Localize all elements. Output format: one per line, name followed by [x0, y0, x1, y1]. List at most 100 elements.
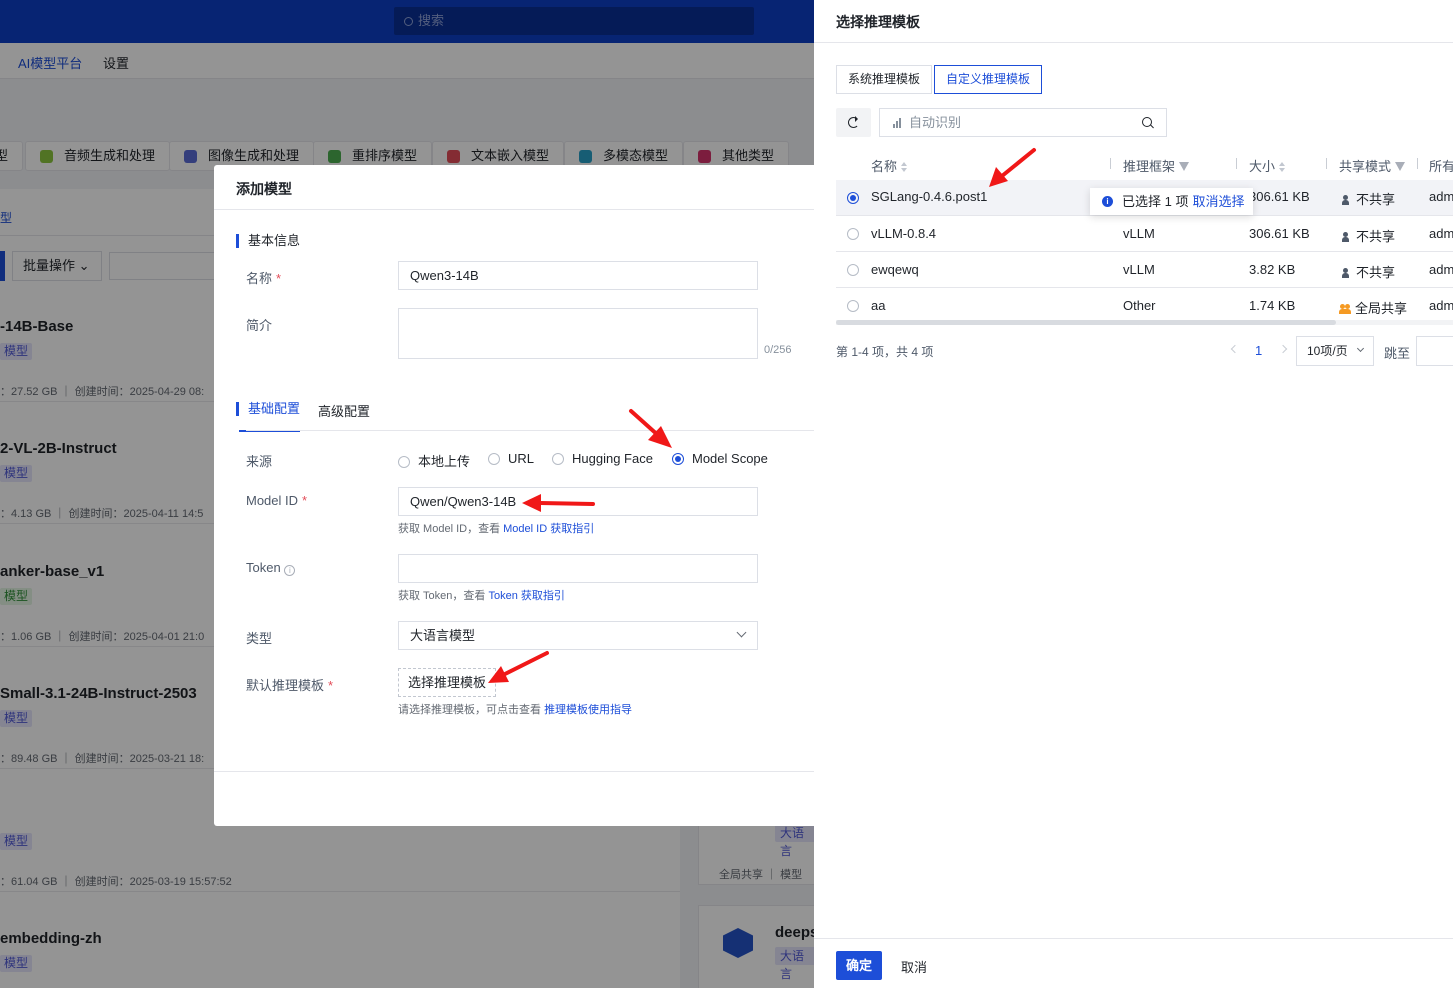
row-radio-checked[interactable] [847, 192, 859, 204]
column-header-share-mode[interactable]: 共享模式 [1339, 156, 1406, 175]
pagination-total: 第 1-4 项，共 4 项 [836, 345, 934, 359]
required-mark: * [276, 271, 282, 286]
divider [214, 771, 814, 772]
template-owner: adm [1429, 226, 1453, 241]
tab-advanced-config[interactable]: 高级配置 [318, 401, 370, 420]
token-label: Token i [246, 560, 296, 576]
template-name: SGLang-0.4.6.post1 [871, 189, 988, 204]
token-guide-link[interactable]: Token 获取指引 [488, 590, 564, 602]
template-search-input[interactable]: 自动识别 [879, 108, 1167, 137]
radio-icon [552, 453, 564, 465]
page-number[interactable]: 1 [1255, 343, 1262, 358]
search-icon[interactable] [1142, 117, 1152, 127]
divider [814, 938, 1453, 939]
column-separator [1110, 158, 1111, 169]
divider [214, 209, 814, 210]
bar-chart-icon [893, 118, 903, 128]
scrollbar-thumb[interactable] [836, 320, 1336, 325]
source-option-local[interactable]: 本地上传 [398, 451, 470, 470]
section-basic-info: 基本信息 [236, 234, 300, 248]
radio-icon [398, 456, 410, 468]
column-separator [1236, 158, 1237, 169]
page-size-select[interactable]: 10项/页 [1296, 336, 1374, 366]
template-size: 1.74 KB [1249, 298, 1296, 313]
template-share: 不共享 [1342, 262, 1395, 281]
template-guide-link[interactable]: 推理模板使用指导 [544, 704, 632, 716]
user-icon [1342, 268, 1349, 278]
template-name: vLLM-0.8.4 [871, 226, 937, 241]
name-input[interactable]: Qwen3-14B [398, 261, 758, 290]
column-header-name[interactable]: 名称 [871, 156, 908, 175]
template-framework: vLLM [1123, 226, 1155, 241]
column-separator [1417, 158, 1418, 169]
selection-tooltip: i 已选择 1 项取消选择 [1090, 188, 1253, 215]
user-icon [1342, 195, 1349, 205]
chevron-down-icon [1356, 344, 1365, 353]
type-select[interactable]: 大语言模型 [398, 621, 758, 650]
template-share: 不共享 [1342, 189, 1395, 208]
tab-system-templates[interactable]: 系统推理模板 [836, 65, 933, 94]
description-textarea[interactable] [398, 308, 758, 359]
tab-basic-config[interactable]: 基础配置 [236, 402, 301, 432]
jump-label: 跳至 [1384, 346, 1411, 361]
template-name: aa [871, 298, 886, 313]
cancel-selection-link[interactable]: 取消选择 [1192, 194, 1244, 209]
drawer-title: 选择推理模板 [836, 14, 920, 30]
radio-checked-icon [672, 453, 684, 465]
chevron-right-icon[interactable] [1278, 344, 1288, 354]
required-mark: * [328, 678, 334, 693]
model-id-input[interactable]: Qwen/Qwen3-14B [398, 487, 758, 516]
column-header-framework[interactable]: 推理框架 [1123, 156, 1190, 175]
chevron-left-icon[interactable] [1230, 344, 1240, 354]
template-owner: adm [1429, 298, 1453, 313]
sort-icon[interactable] [901, 162, 908, 172]
model-id-guide-link[interactable]: Model ID 获取指引 [503, 523, 594, 535]
source-option-modelscope[interactable]: Model Scope [672, 451, 768, 466]
description-label: 简介 [246, 318, 273, 333]
template-help: 请选择推理模板，可点击查看 推理模板使用指导 [398, 704, 633, 716]
template-framework: vLLM [1123, 262, 1155, 277]
tab-custom-templates[interactable]: 自定义推理模板 [934, 65, 1043, 94]
column-header-owner[interactable]: 所有 [1429, 156, 1453, 175]
column-header-size[interactable]: 大小 [1249, 156, 1286, 175]
radio-icon [488, 453, 500, 465]
table-row[interactable]: ewqewq vLLM 3.82 KB 不共享 adm [836, 252, 1453, 288]
info-circle-icon[interactable]: i [284, 565, 296, 576]
token-help: 获取 Token，查看 Token 获取指引 [398, 590, 565, 602]
token-input[interactable] [398, 554, 758, 583]
table-row[interactable]: aa Other 1.74 KB 全局共享 adm [836, 288, 1453, 324]
template-size: 306.61 KB [1249, 189, 1310, 204]
confirm-button[interactable]: 确定 [836, 951, 882, 980]
source-option-url[interactable]: URL [488, 451, 534, 466]
row-radio[interactable] [847, 300, 859, 312]
name-label: 名称 * [246, 271, 282, 286]
table-row[interactable]: vLLM-0.8.4 vLLM 306.61 KB 不共享 adm [836, 216, 1453, 252]
template-label: 默认推理模板 * [246, 678, 334, 693]
template-name: ewqewq [871, 262, 919, 277]
filter-icon[interactable] [1395, 162, 1406, 171]
template-share: 不共享 [1342, 226, 1395, 245]
filter-icon[interactable] [1179, 162, 1190, 171]
group-icon [1339, 304, 1351, 314]
template-size: 3.82 KB [1249, 262, 1296, 277]
row-radio[interactable] [847, 228, 859, 240]
source-option-huggingface[interactable]: Hugging Face [552, 451, 653, 466]
refresh-button[interactable] [836, 108, 871, 137]
divider [246, 430, 814, 431]
jump-page-input[interactable] [1416, 336, 1453, 366]
model-id-help: 获取 Model ID，查看 Model ID 获取指引 [398, 523, 595, 535]
template-owner: adm [1429, 262, 1453, 277]
source-label: 来源 [246, 454, 273, 469]
cancel-button[interactable]: 取消 [901, 957, 927, 976]
template-share: 全局共享 [1339, 298, 1407, 317]
dialog-title: 添加模型 [236, 181, 292, 197]
add-model-dialog: 添加模型 基本信息 名称 * Qwen3-14B 简介 0/256 基础配置 高级… [214, 165, 814, 826]
template-drawer: 选择推理模板 系统推理模板 自定义推理模板 自动识别 名称 推理框架 大小 共享… [814, 0, 1453, 988]
template-size: 306.61 KB [1249, 226, 1310, 241]
select-template-button[interactable]: 选择推理模板 [398, 668, 496, 697]
type-label: 类型 [246, 631, 273, 646]
chevron-down-icon [736, 627, 747, 638]
user-icon [1342, 232, 1349, 242]
sort-icon[interactable] [1279, 162, 1286, 172]
row-radio[interactable] [847, 264, 859, 276]
